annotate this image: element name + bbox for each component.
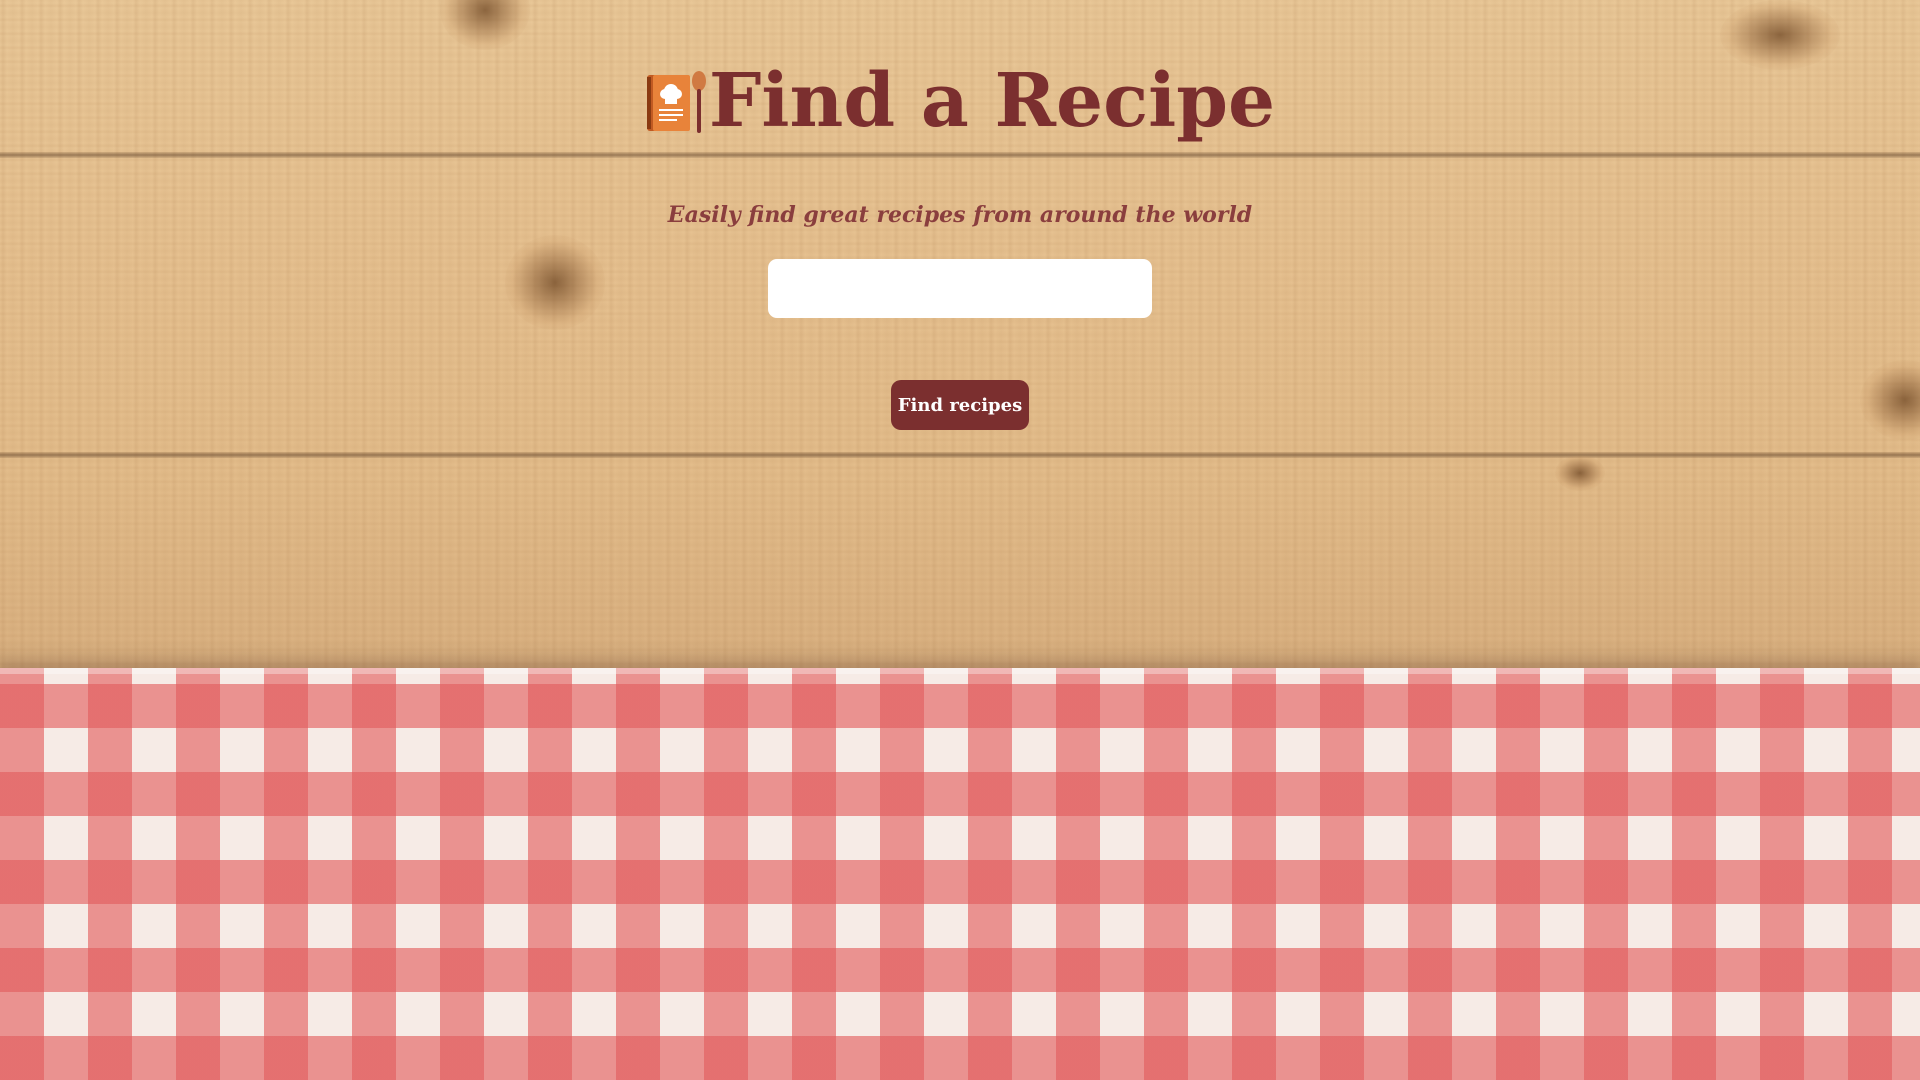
plank-seam xyxy=(0,452,1920,458)
recipe-search-input[interactable] xyxy=(768,259,1152,318)
wood-knot xyxy=(1555,455,1605,491)
gingham-tablecloth xyxy=(0,668,1920,1080)
tagline: Easily find great recipes from around th… xyxy=(667,202,1253,228)
wood-knot xyxy=(1860,360,1920,440)
wood-knot xyxy=(440,0,530,50)
title-row: Find a Recipe xyxy=(0,56,1920,146)
find-recipes-button[interactable]: Find recipes xyxy=(891,380,1029,430)
page-title: Find a Recipe xyxy=(708,58,1276,144)
tablecloth-hem xyxy=(0,668,1920,674)
cookbook-and-spoon-icon xyxy=(645,69,707,135)
wood-knot xyxy=(505,235,605,330)
plank-seam xyxy=(0,152,1920,158)
